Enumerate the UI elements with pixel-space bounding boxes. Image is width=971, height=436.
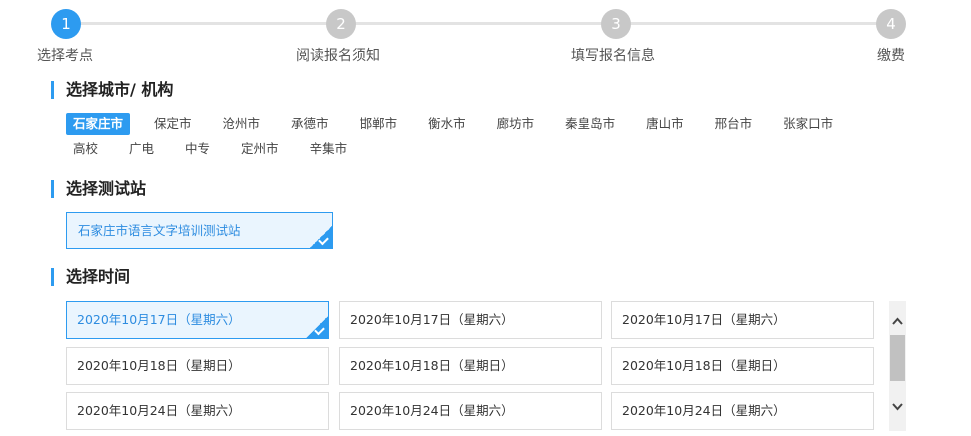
time-slot[interactable]: 2020年10月24日（星期六） [611, 392, 874, 430]
time-slot-label: 2020年10月17日（星期六） [77, 312, 241, 327]
time-slot-label: 2020年10月18日（星期日） [622, 358, 786, 373]
time-section-title: 选择时间 [51, 268, 130, 286]
chevron-up-icon[interactable] [892, 315, 903, 329]
step-4-label: 缴费 [877, 48, 905, 64]
scrollbar-thumb[interactable] [890, 335, 905, 381]
step-3-circle: 3 [601, 9, 631, 39]
time-slot-label: 2020年10月18日（星期日） [77, 358, 241, 373]
time-slot-label: 2020年10月24日（星期六） [622, 403, 786, 418]
step-progress-bar: 1 选择考点 2 阅读报名须知 3 填写报名信息 4 缴费 [0, 0, 971, 70]
step-1-label: 选择考点 [37, 48, 93, 64]
time-slot[interactable]: 2020年10月17日（星期六） [611, 301, 874, 339]
step-1-circle: 1 [51, 9, 81, 39]
step-connector-line [66, 22, 889, 25]
time-slot-label: 2020年10月18日（星期日） [350, 358, 514, 373]
city-option-zhongzhuan[interactable]: 中专 [178, 138, 217, 160]
time-list-scrollbar[interactable] [889, 301, 906, 431]
city-section-title: 选择城市/ 机构 [51, 81, 173, 99]
city-option-xinji[interactable]: 辛集市 [303, 138, 355, 160]
time-slot[interactable]: 2020年10月24日（星期六） [339, 392, 602, 430]
time-slot[interactable]: 2020年10月17日（星期六） [339, 301, 602, 339]
city-option-dingzhou[interactable]: 定州市 [234, 138, 286, 160]
station-option[interactable]: 石家庄市语言文字培训测试站 [66, 212, 333, 249]
city-option-qinhuangdao[interactable]: 秦皇岛市 [558, 113, 622, 135]
station-label: 石家庄市语言文字培训测试站 [78, 223, 241, 238]
time-slot-label: 2020年10月24日（星期六） [77, 403, 241, 418]
city-option-gaoxiao[interactable]: 高校 [66, 138, 105, 160]
time-slot[interactable]: 2020年10月24日（星期六） [66, 392, 329, 430]
city-option-chengde[interactable]: 承德市 [284, 113, 336, 135]
city-option-baoding[interactable]: 保定市 [147, 113, 199, 135]
city-option-shijiazhuang[interactable]: 石家庄市 [66, 113, 131, 135]
city-option-langfang[interactable]: 廊坊市 [490, 113, 542, 135]
city-list: 石家庄市 保定市 沧州市 承德市 邯郸市 衡水市 廊坊市 秦皇岛市 唐山市 邢台市 张家口市高校 广电… [66, 113, 886, 163]
time-slot-label: 2020年10月24日（星期六） [350, 403, 514, 418]
time-slot[interactable]: 2020年10月17日（星期六） [66, 301, 329, 339]
check-icon [306, 316, 328, 338]
time-slot-grid: 2020年10月17日（星期六） 2020年10月17日（星期六） 2020年1… [66, 301, 876, 436]
city-option-xingtai[interactable]: 邢台市 [708, 113, 760, 135]
step-2-label: 阅读报名须知 [296, 48, 380, 64]
time-slot[interactable]: 2020年10月18日（星期日） [66, 347, 329, 385]
city-option-handan[interactable]: 邯郸市 [353, 113, 405, 135]
time-slot[interactable]: 2020年10月18日（星期日） [611, 347, 874, 385]
time-slot-label: 2020年10月17日（星期六） [350, 312, 514, 327]
time-slot-label: 2020年10月17日（星期六） [622, 312, 786, 327]
step-3-label: 填写报名信息 [571, 48, 655, 64]
time-slot[interactable]: 2020年10月18日（星期日） [339, 347, 602, 385]
city-option-hengshui[interactable]: 衡水市 [421, 113, 473, 135]
city-option-guangdian[interactable]: 广电 [122, 138, 161, 160]
city-option-zhangjiakou[interactable]: 张家口市 [776, 113, 840, 135]
chevron-down-icon[interactable] [892, 401, 903, 415]
station-section-title: 选择测试站 [51, 180, 146, 198]
step-4-circle: 4 [876, 9, 906, 39]
city-option-cangzhou[interactable]: 沧州市 [216, 113, 268, 135]
city-option-tangshan[interactable]: 唐山市 [639, 113, 691, 135]
step-2-circle: 2 [326, 9, 356, 39]
check-icon [310, 226, 332, 248]
